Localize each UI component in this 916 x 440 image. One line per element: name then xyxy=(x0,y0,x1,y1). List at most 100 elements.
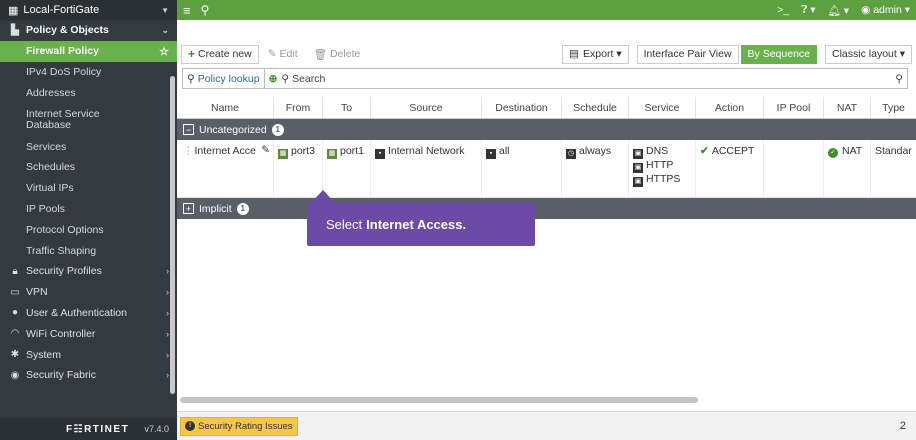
laptop-icon: ▭ xyxy=(10,286,20,298)
horizontal-scrollbar[interactable] xyxy=(180,397,698,403)
cli-console-icon[interactable]: >_ xyxy=(777,4,789,16)
group-uncategorized[interactable]: − Uncategorized 1 xyxy=(177,119,916,140)
help-icon[interactable]: ❓︎ ▾ xyxy=(801,4,816,17)
cell-name[interactable]: ⋮Internet Acce ✎ xyxy=(177,140,274,197)
sidebar-item-label: Virtual IPs xyxy=(26,182,74,195)
destination-value: all xyxy=(499,145,510,157)
col-source[interactable]: Source xyxy=(371,97,482,118)
col-nat[interactable]: NAT xyxy=(824,97,871,118)
sidebar-group-wifi[interactable]: ◠ WiFi Controller › xyxy=(0,323,177,344)
sidebar-item-firewall-policy[interactable]: Firewall Policy ☆ xyxy=(0,40,177,62)
col-action[interactable]: Action xyxy=(696,97,764,118)
col-service[interactable]: Service xyxy=(629,97,696,118)
sidebar-item-isdb[interactable]: Internet Service Database xyxy=(0,103,177,136)
group-implicit[interactable]: + Implicit 1 xyxy=(177,198,916,219)
sidebar-section-policy-objects[interactable]: ▙ Policy & Objects ⌄ xyxy=(0,20,177,41)
search-placeholder: Search xyxy=(292,72,326,85)
sidebar-item-vips[interactable]: Virtual IPs xyxy=(0,178,177,199)
wifi-icon: ◠ xyxy=(10,328,20,340)
sidebar-item-label: Protocol Options xyxy=(26,223,104,236)
col-to[interactable]: To xyxy=(323,97,371,118)
cell-from: ▦ port3 xyxy=(274,140,323,197)
pencil-icon[interactable]: ✎ xyxy=(261,144,270,156)
address-icon: ▪ xyxy=(375,149,385,159)
col-from[interactable]: From xyxy=(274,97,323,118)
edit-button[interactable]: ✎ Edit xyxy=(260,44,305,64)
sidebar-item-services[interactable]: Services xyxy=(0,136,177,157)
expand-icon[interactable]: + xyxy=(183,203,194,214)
sidebar-scrollbar[interactable] xyxy=(170,76,175,394)
chevron-right-icon: › xyxy=(166,370,169,381)
sidebar-group-vpn[interactable]: ▭ VPN › xyxy=(0,282,177,303)
search-input[interactable]: ⊕ ⚲ Search ⚲ xyxy=(264,68,908,89)
address-icon: ▪ xyxy=(486,149,496,159)
sidebar: ▦ Local-FortiGate ▼ ▙ Policy & Objects ⌄… xyxy=(0,0,177,440)
cell-schedule: ◷ always xyxy=(562,140,629,197)
service-icon: ▣ xyxy=(633,149,643,159)
sidebar-item-label: Schedules xyxy=(26,161,76,174)
policy-toolbar: + Create new ✎ Edit 🗑︎ Delete ▤ Export ▾ Int… xyxy=(177,42,916,66)
classic-layout-button[interactable]: Classic layout ▾ xyxy=(825,44,912,64)
sidebar-item-ipv4-dos[interactable]: IPv4 DoS Policy xyxy=(0,62,177,83)
by-sequence-button[interactable]: By Sequence xyxy=(740,44,818,64)
sidebar-footer: F☷RTINET v7.4.0 xyxy=(0,418,177,440)
interface-pair-view-button[interactable]: Interface Pair View xyxy=(636,44,739,64)
export-label: Export xyxy=(583,48,614,60)
sidebar-item-protocol-options[interactable]: Protocol Options xyxy=(0,219,177,240)
sidebar-item-traffic-shaping[interactable]: Traffic Shaping xyxy=(0,240,177,261)
source-value: Internal Network xyxy=(388,145,465,157)
port-icon: ▦ xyxy=(278,149,288,159)
search-icon[interactable]: ⚲ xyxy=(201,3,210,17)
service-item: ▣ DNS xyxy=(633,145,691,159)
sidebar-item-ip-pools[interactable]: IP Pools xyxy=(0,199,177,220)
notification-bell-icon[interactable]: 🔔︎ ▾ xyxy=(828,4,850,17)
sidebar-item-label: Services xyxy=(26,140,67,153)
sidebar-group-fabric[interactable]: ◉ Security Fabric › xyxy=(0,365,177,386)
export-button[interactable]: ▤ Export ▾ xyxy=(562,44,629,64)
version-label: v7.4.0 xyxy=(144,424,169,434)
star-icon[interactable]: ☆ xyxy=(159,45,169,58)
collapse-icon[interactable]: − xyxy=(183,124,194,135)
service-item: ▣ HTTP xyxy=(633,159,691,173)
drag-handle-icon[interactable]: ⋮ xyxy=(183,145,194,157)
col-ip-pool[interactable]: IP Pool xyxy=(764,97,824,118)
col-schedule[interactable]: Schedule xyxy=(562,97,629,118)
fortinet-logo: F☷RTINET xyxy=(66,423,130,435)
sidebar-section-label: Policy & Objects xyxy=(26,24,109,37)
security-rating-label: Security Rating Issues xyxy=(198,420,293,432)
magnifier-icon[interactable]: ⚲ xyxy=(895,73,903,85)
table-header: Name From To Source Destination Schedule… xyxy=(177,97,916,119)
policy-lookup-button[interactable]: ⚲ Policy lookup xyxy=(182,68,265,89)
chevron-down-icon: ⌄ xyxy=(161,24,169,35)
admin-menu[interactable]: ◉ admin ▾ xyxy=(861,4,910,16)
sidebar-group-system[interactable]: ✱ System › xyxy=(0,344,177,365)
sidebar-item-label: IP Pools xyxy=(26,202,65,215)
sidebar-item-addresses[interactable]: Addresses xyxy=(0,82,177,103)
group-count: 1 xyxy=(271,123,284,136)
chevron-right-icon: › xyxy=(166,287,169,298)
sidebar-group-user-auth[interactable]: ● User & Authentication › xyxy=(0,303,177,324)
menu-icon[interactable]: ≡ xyxy=(183,3,191,18)
sidebar-group-security-profiles[interactable]: 🔒︎ Security Profiles › xyxy=(0,261,177,282)
document-icon: ▤ xyxy=(569,48,580,60)
device-name: Local-FortiGate xyxy=(23,4,100,16)
cell-type: Standar xyxy=(875,145,912,157)
delete-button[interactable]: 🗑︎ Delete xyxy=(306,44,368,64)
security-rating-badge[interactable]: ! Security Rating Issues xyxy=(180,416,298,436)
policy-name: Internet Acce xyxy=(194,145,256,157)
sidebar-item-label: User & Authentication xyxy=(26,306,127,319)
search-icon: ⚲ xyxy=(187,72,195,85)
create-new-button[interactable]: + Create new xyxy=(181,44,259,64)
col-name[interactable]: Name xyxy=(177,97,274,118)
port-icon: ▦ xyxy=(327,149,337,159)
top-bar: ≡ ⚲ >_ ❓︎ ▾ 🔔︎ ▾ ◉ admin ▾ xyxy=(177,0,916,20)
col-destination[interactable]: Destination xyxy=(482,97,562,118)
user-icon: ● xyxy=(11,307,19,319)
nat-value: NAT xyxy=(842,145,863,157)
sidebar-item-label: Firewall Policy xyxy=(26,45,99,58)
table-row[interactable]: ⋮Internet Acce ✎ ▦ port3 ▦ port1 ▪ Internal … xyxy=(177,140,916,198)
add-filter-icon[interactable]: ⊕ xyxy=(269,73,278,85)
col-type[interactable]: Type xyxy=(871,97,916,118)
sidebar-item-schedules[interactable]: Schedules xyxy=(0,157,177,178)
device-selector[interactable]: ▦ Local-FortiGate ▼ xyxy=(0,0,177,20)
